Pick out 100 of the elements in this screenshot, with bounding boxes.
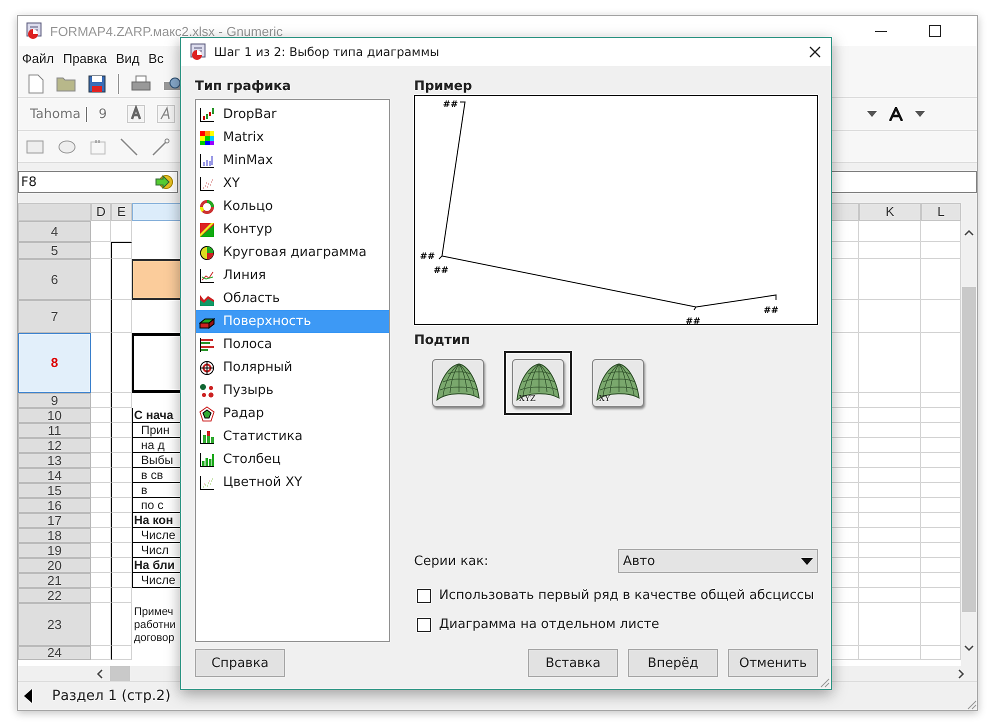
save-icon[interactable] — [88, 75, 106, 93]
cell-reference-field[interactable]: F8 — [18, 171, 178, 193]
chart-type-item[interactable]: Столбец — [196, 448, 389, 471]
line-icon[interactable] — [120, 138, 138, 156]
column-header[interactable]: D — [91, 203, 111, 221]
column-header[interactable]: L — [921, 203, 961, 221]
row-header[interactable]: 6 — [18, 259, 91, 300]
chart-type-item[interactable]: Круговая диаграмма — [196, 241, 389, 264]
row-header[interactable]: 19 — [18, 543, 91, 558]
row-header[interactable]: 24 — [18, 646, 91, 660]
row-header[interactable]: 17 — [18, 513, 91, 528]
dialog-button[interactable]: Вперёд — [628, 649, 718, 677]
maximize-icon[interactable] — [929, 25, 941, 37]
scroll-right-icon[interactable] — [957, 668, 965, 678]
menu-item[interactable]: Вид — [116, 51, 140, 66]
row-header[interactable]: 11 — [18, 423, 91, 438]
close-icon[interactable] — [809, 46, 821, 58]
chart-type-item[interactable]: XY — [196, 172, 389, 195]
table-cell — [111, 408, 132, 423]
scrollbar-thumb[interactable] — [962, 287, 976, 612]
row-header[interactable]: 21 — [18, 573, 91, 588]
formula-field[interactable] — [831, 171, 977, 193]
resize-grip-icon[interactable] — [818, 676, 830, 688]
italic-icon[interactable] — [156, 105, 175, 123]
font-color-icon[interactable] — [889, 107, 903, 121]
row-header[interactable]: 10 — [18, 408, 91, 423]
caret-icon[interactable] — [867, 111, 877, 117]
column-chart-icon — [199, 452, 215, 468]
font-name-field[interactable]: Tahoma — [30, 106, 87, 122]
donut-icon — [199, 198, 215, 214]
sheet-tab[interactable]: Раздел 1 (стр.2) — [52, 688, 171, 704]
menu-item[interactable]: Файл — [22, 51, 54, 66]
chart-type-item[interactable]: DropBar — [196, 103, 389, 126]
table-cell — [91, 528, 111, 543]
table-cell — [91, 513, 111, 528]
row-header[interactable]: 5 — [18, 242, 91, 259]
scroll-up-icon[interactable] — [964, 229, 974, 237]
chart-type-item[interactable]: MinMax — [196, 149, 389, 172]
chart-type-item[interactable]: Пузырь — [196, 379, 389, 402]
chart-type-item[interactable]: Matrix — [196, 126, 389, 149]
subtype-button[interactable]: XYZ — [504, 351, 572, 415]
series-dropdown[interactable]: Авто — [618, 549, 818, 573]
chart-type-item[interactable]: Полоса — [196, 333, 389, 356]
row-header[interactable]: 8 — [18, 333, 91, 393]
row-header[interactable]: 22 — [18, 588, 91, 603]
table-cell — [859, 221, 921, 242]
menu-item[interactable]: Правка — [62, 51, 107, 66]
dialog-button[interactable]: Отменить — [728, 649, 818, 677]
dialog-button[interactable]: Вставка — [528, 649, 618, 677]
chart-type-item[interactable]: Статистика — [196, 425, 389, 448]
rectangle-icon[interactable] — [26, 140, 44, 154]
row-header[interactable]: 15 — [18, 483, 91, 498]
folder-icon[interactable] — [56, 76, 76, 92]
radar-icon — [199, 406, 215, 422]
row-header[interactable]: 12 — [18, 438, 91, 453]
chart-type-item[interactable]: Цветной XY — [196, 471, 389, 494]
go-arrow-icon[interactable] — [155, 174, 173, 190]
row-header[interactable]: 14 — [18, 468, 91, 483]
scrollbar-thumb[interactable] — [110, 666, 130, 681]
chart-type-item[interactable]: Полярный — [196, 356, 389, 379]
chart-type-item[interactable]: Контур — [196, 218, 389, 241]
bold-icon[interactable] — [126, 105, 145, 123]
column-header[interactable]: E — [111, 203, 132, 221]
table-cell — [91, 483, 111, 498]
table-cell — [91, 573, 111, 588]
menu-item[interactable]: Вс — [148, 51, 164, 66]
column-header[interactable]: K — [859, 203, 921, 221]
scroll-left-icon[interactable] — [96, 668, 104, 678]
chart-type-item[interactable]: Кольцо — [196, 195, 389, 218]
frame-icon[interactable] — [90, 138, 106, 154]
new-document-icon[interactable] — [28, 74, 44, 94]
row-header[interactable]: 4 — [18, 221, 91, 242]
table-cell — [859, 646, 921, 660]
row-header[interactable]: 18 — [18, 528, 91, 543]
subtype-label: XY — [599, 394, 610, 403]
scroll-down-icon[interactable] — [964, 644, 974, 652]
font-size-field[interactable]: 9 — [98, 106, 107, 122]
printer-icon[interactable] — [131, 75, 151, 93]
window-title: FORMAP4.ZARP.макс2.xlsx - Gnumeric — [50, 24, 283, 38]
row-header[interactable]: 23 — [18, 603, 91, 646]
resize-grip-icon[interactable] — [965, 698, 977, 710]
caret-icon[interactable] — [915, 111, 925, 117]
row-header[interactable]: 13 — [18, 453, 91, 468]
checkbox[interactable] — [417, 618, 431, 632]
previous-sheet-icon[interactable] — [24, 689, 32, 703]
row-header[interactable]: 20 — [18, 558, 91, 573]
arrow-icon[interactable] — [152, 138, 170, 156]
table-cell — [111, 543, 132, 558]
ellipse-icon[interactable] — [58, 140, 76, 154]
chart-type-item[interactable]: Область — [196, 287, 389, 310]
table-cell — [91, 333, 111, 393]
checkbox[interactable] — [417, 588, 431, 602]
row-header[interactable]: 7 — [18, 300, 91, 333]
row-header[interactable]: 9 — [18, 393, 91, 408]
table-cell — [859, 259, 921, 300]
color-grid-icon — [199, 130, 215, 146]
chart-type-item[interactable]: Линия — [196, 264, 389, 287]
row-header[interactable]: 16 — [18, 498, 91, 513]
table-cell — [859, 603, 921, 646]
help-button[interactable]: Справка — [195, 649, 285, 677]
